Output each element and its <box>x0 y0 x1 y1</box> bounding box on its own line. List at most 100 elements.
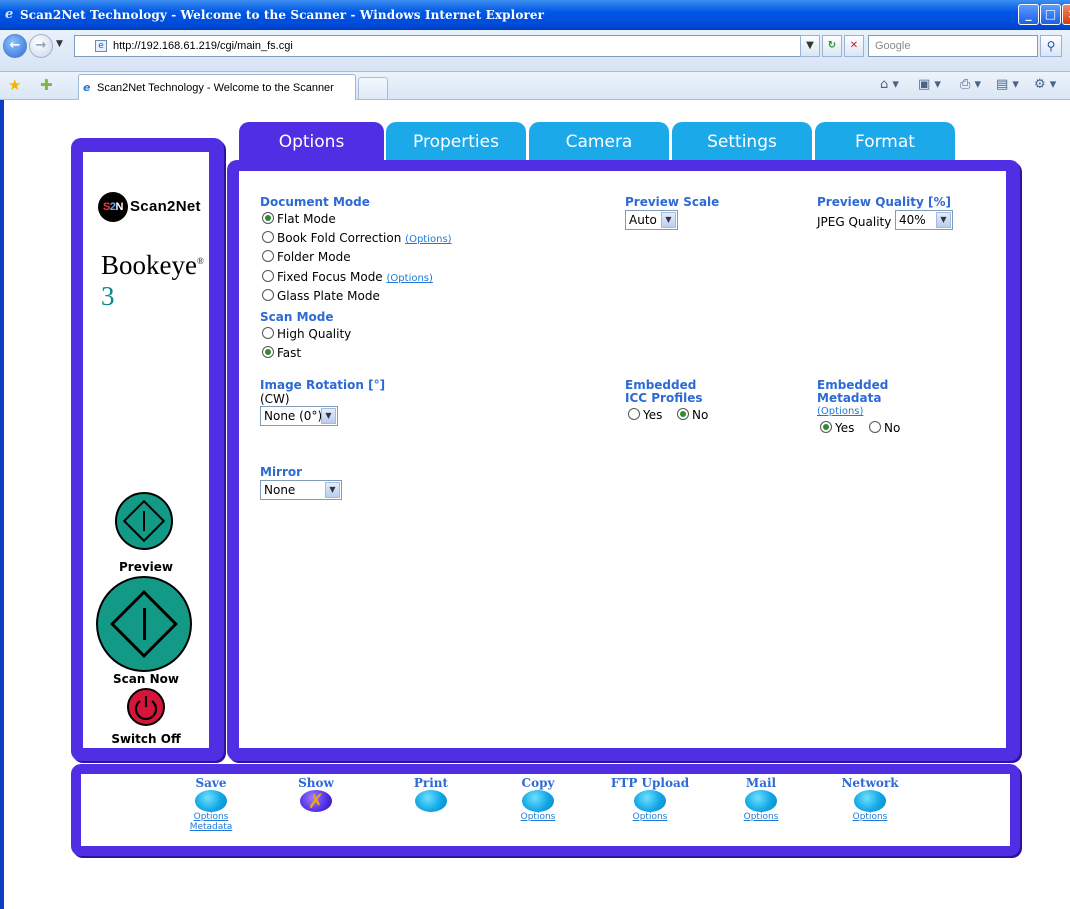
add-favorites-icon[interactable]: ✚ <box>40 76 53 94</box>
preview-button[interactable] <box>115 492 173 550</box>
jpeg-quality-value: 40% <box>899 213 926 227</box>
image-rotation-cw: (CW) <box>260 392 290 406</box>
icc-no-radio[interactable]: No <box>677 408 708 422</box>
switch-off-button[interactable] <box>127 688 165 726</box>
tab-format[interactable]: Format <box>815 122 955 162</box>
save-icon[interactable] <box>195 790 227 812</box>
address-url: http://192.168.61.219/cgi/main_fs.cgi <box>113 40 293 52</box>
start-bar-icon <box>143 511 145 531</box>
home-icon[interactable]: ⌂ ▾ <box>880 77 899 92</box>
back-button[interactable]: ← <box>3 34 27 58</box>
chevron-down-icon[interactable]: ▼ <box>325 482 340 498</box>
tab-properties[interactable]: Properties <box>386 122 526 162</box>
copy-action[interactable]: Copy Options <box>508 776 568 822</box>
metadata-yes-radio[interactable]: Yes <box>820 421 854 435</box>
chevron-down-icon[interactable]: ▼ <box>661 212 676 228</box>
radio-high-quality[interactable]: High Quality <box>262 327 351 341</box>
metadata-no-label: No <box>884 421 901 435</box>
radio-folder-mode[interactable]: Folder Mode <box>262 250 351 264</box>
copy-options-link[interactable]: Options <box>508 812 568 822</box>
mirror-select[interactable]: None ▼ <box>260 480 342 500</box>
metadata-yes-label: Yes <box>835 421 855 435</box>
window-title: Scan2Net Technology - Welcome to the Sca… <box>20 8 545 22</box>
address-dropdown-button[interactable]: ▼ <box>800 35 820 57</box>
mail-icon[interactable] <box>745 790 777 812</box>
radio-glass-plate[interactable]: Glass Plate Mode <box>262 289 380 303</box>
save-metadata-link[interactable]: Metadata <box>181 822 241 832</box>
scan-now-button[interactable] <box>96 576 192 672</box>
radio-icon[interactable] <box>262 231 274 243</box>
stop-button[interactable]: ✕ <box>844 35 864 57</box>
close-button[interactable]: × <box>1062 4 1070 25</box>
mail-options-link[interactable]: Options <box>731 812 791 822</box>
print-icon[interactable]: ⎙ ▾ <box>960 77 981 92</box>
metadata-no-radio[interactable]: No <box>869 421 900 435</box>
save-action[interactable]: Save Options Metadata <box>181 776 241 832</box>
scan-mode-label: Scan Mode <box>260 310 334 324</box>
icc-label-line2: ICC Profiles <box>625 391 703 405</box>
show-label: Show <box>298 776 334 790</box>
minimize-button[interactable]: _ <box>1018 4 1039 25</box>
favorites-star-icon[interactable]: ★ <box>8 76 21 94</box>
tab-settings[interactable]: Settings <box>672 122 812 162</box>
network-options-link[interactable]: Options <box>834 812 906 822</box>
print-action[interactable]: Print <box>401 776 461 812</box>
save-options-link[interactable]: Options <box>181 812 241 822</box>
jpeg-quality-select[interactable]: 40% ▼ <box>895 210 953 230</box>
book-fold-options-link[interactable]: (Options) <box>405 234 451 245</box>
search-icon[interactable]: ⚲ <box>1040 35 1062 57</box>
network-action[interactable]: Network Options <box>834 776 906 822</box>
page-menu-icon[interactable]: ▤ ▾ <box>996 77 1019 92</box>
refresh-button[interactable]: ↻ <box>822 35 842 57</box>
radio-icon[interactable] <box>262 289 274 301</box>
scan-now-label: Scan Now <box>113 672 179 686</box>
preview-scale-value: Auto <box>629 213 657 227</box>
print-blob-icon[interactable] <box>415 790 447 812</box>
radio-icon[interactable] <box>869 421 881 433</box>
feeds-icon[interactable]: ▣ ▾ <box>918 77 941 92</box>
chevron-down-icon[interactable]: ▼ <box>321 408 336 424</box>
side-panel-inner: S2N Scan2Net Bookeye® 3 Preview Scan Now… <box>83 152 209 748</box>
radio-icon[interactable] <box>262 270 274 282</box>
icc-yes-radio[interactable]: Yes <box>628 408 662 422</box>
print-label: Print <box>413 776 449 790</box>
metadata-options-link[interactable]: (Options) <box>817 406 863 417</box>
search-input[interactable]: Google <box>868 35 1038 57</box>
folder-mode-label: Folder Mode <box>277 250 351 264</box>
radio-icon[interactable] <box>262 346 274 358</box>
tab-options[interactable]: Options <box>239 122 384 162</box>
radio-book-fold[interactable]: Book Fold Correction (Options) <box>262 231 452 245</box>
forward-button[interactable]: → <box>29 34 53 58</box>
product-version: 3 <box>101 281 115 311</box>
preview-scale-select[interactable]: Auto ▼ <box>625 210 678 230</box>
tools-gear-icon[interactable]: ⚙ ▾ <box>1034 77 1056 92</box>
address-bar[interactable]: e http://192.168.61.219/cgi/main_fs.cgi <box>74 35 819 57</box>
show-action[interactable]: Show ✗ <box>286 776 346 812</box>
browser-tab-active[interactable]: e Scan2Net Technology - Welcome to the S… <box>78 74 356 100</box>
radio-icon[interactable] <box>820 421 832 433</box>
radio-fixed-focus[interactable]: Fixed Focus Mode (Options) <box>262 270 433 284</box>
image-rotation-select[interactable]: None (0°) ▼ <box>260 406 338 426</box>
ftp-upload-action[interactable]: FTP Upload Options <box>605 776 695 822</box>
chevron-down-icon[interactable]: ▼ <box>936 212 951 228</box>
fixed-focus-options-link[interactable]: (Options) <box>387 273 433 284</box>
preview-label: Preview <box>118 560 173 574</box>
recent-pages-dropdown-icon[interactable]: ▼ <box>56 39 63 49</box>
ftp-options-link[interactable]: Options <box>605 812 695 822</box>
tab-ie-icon: e <box>83 81 91 94</box>
radio-icon[interactable] <box>262 327 274 339</box>
copy-icon[interactable] <box>522 790 554 812</box>
radio-icon[interactable] <box>262 250 274 262</box>
maximize-button[interactable]: □ <box>1040 4 1061 25</box>
network-icon[interactable] <box>854 790 886 812</box>
radio-flat-mode[interactable]: Flat Mode <box>262 212 336 226</box>
radio-icon[interactable] <box>677 408 689 420</box>
show-disabled-icon[interactable]: ✗ <box>300 790 332 812</box>
radio-fast[interactable]: Fast <box>262 346 301 360</box>
radio-icon[interactable] <box>628 408 640 420</box>
tab-camera[interactable]: Camera <box>529 122 669 162</box>
ftp-upload-icon[interactable] <box>634 790 666 812</box>
mail-action[interactable]: Mail Options <box>731 776 791 822</box>
new-tab-button[interactable] <box>358 77 388 99</box>
radio-icon[interactable] <box>262 212 274 224</box>
